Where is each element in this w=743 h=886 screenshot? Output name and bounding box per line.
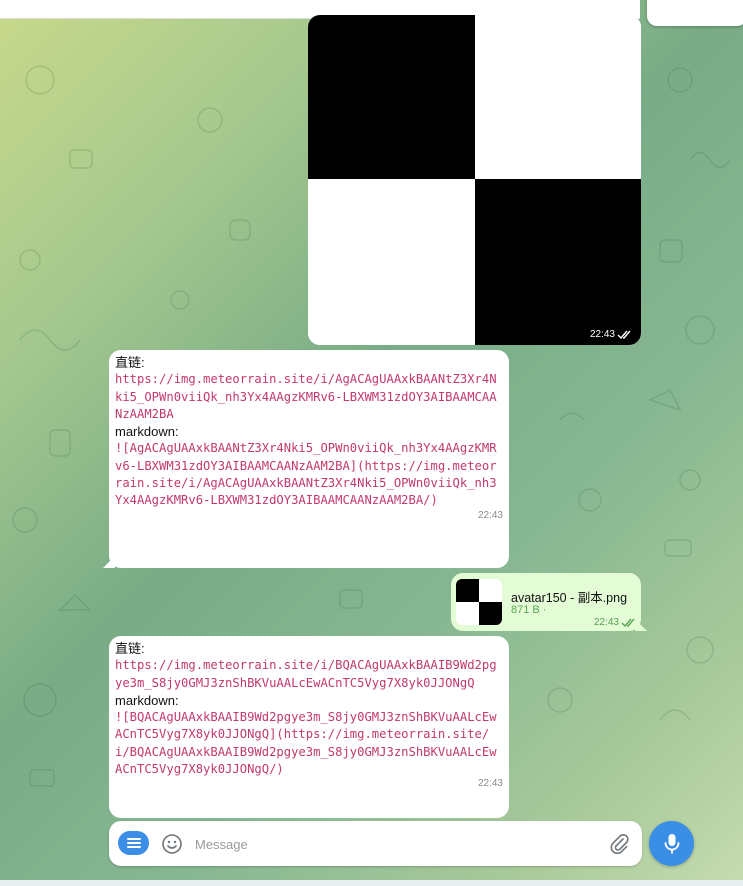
menu-button[interactable]: [118, 831, 149, 855]
double-check-icon: [617, 330, 631, 339]
direct-link-label: 直链:: [115, 355, 145, 370]
microphone-icon: [664, 833, 679, 854]
direct-link-label: 直链:: [115, 641, 145, 656]
file-thumbnail[interactable]: [456, 579, 502, 625]
image-message[interactable]: 22:43: [308, 15, 641, 345]
markdown-text[interactable]: ![AgACAgUAAxkBAANtZ3Xr4Nki5_OPWn0viiQk_n…: [115, 440, 503, 509]
paperclip-icon[interactable]: [608, 833, 630, 855]
message-timestamp: 22:43: [477, 509, 503, 521]
file-size: 871 B ·: [511, 604, 547, 616]
link-message[interactable]: 直链: https://img.meteorrain.site/i/BQACAg…: [109, 636, 509, 818]
message-timestamp: 22:43: [585, 328, 635, 341]
markdown-label: markdown:: [115, 424, 179, 440]
file-message[interactable]: avatar150 - 副本.png 871 B · 22:43: [451, 573, 647, 631]
floating-panel: [647, 0, 743, 26]
direct-link-url[interactable]: https://img.meteorrain.site/i/BQACAgUAAx…: [115, 657, 503, 692]
message-composer: [109, 821, 642, 866]
message-input[interactable]: [193, 831, 597, 857]
bottom-bar: [0, 880, 743, 886]
voice-record-button[interactable]: [649, 821, 694, 866]
markdown-text[interactable]: ![BQACAgUAAxkBAAIB9Wd2pgye3m_S8jy0GMJ3zn…: [115, 709, 503, 778]
link-message[interactable]: 直链: https://img.meteorrain.site/i/AgACAg…: [103, 350, 509, 568]
message-timestamp: 22:43: [594, 617, 635, 628]
double-check-icon: [621, 618, 635, 627]
direct-link-url[interactable]: https://img.meteorrain.site/i/AgACAgUAAx…: [115, 371, 503, 423]
menu-icon: [126, 838, 141, 848]
checkerboard-image: [308, 15, 641, 345]
markdown-label: markdown:: [115, 692, 179, 708]
message-timestamp: 22:43: [477, 778, 503, 790]
smile-icon[interactable]: [161, 833, 183, 855]
